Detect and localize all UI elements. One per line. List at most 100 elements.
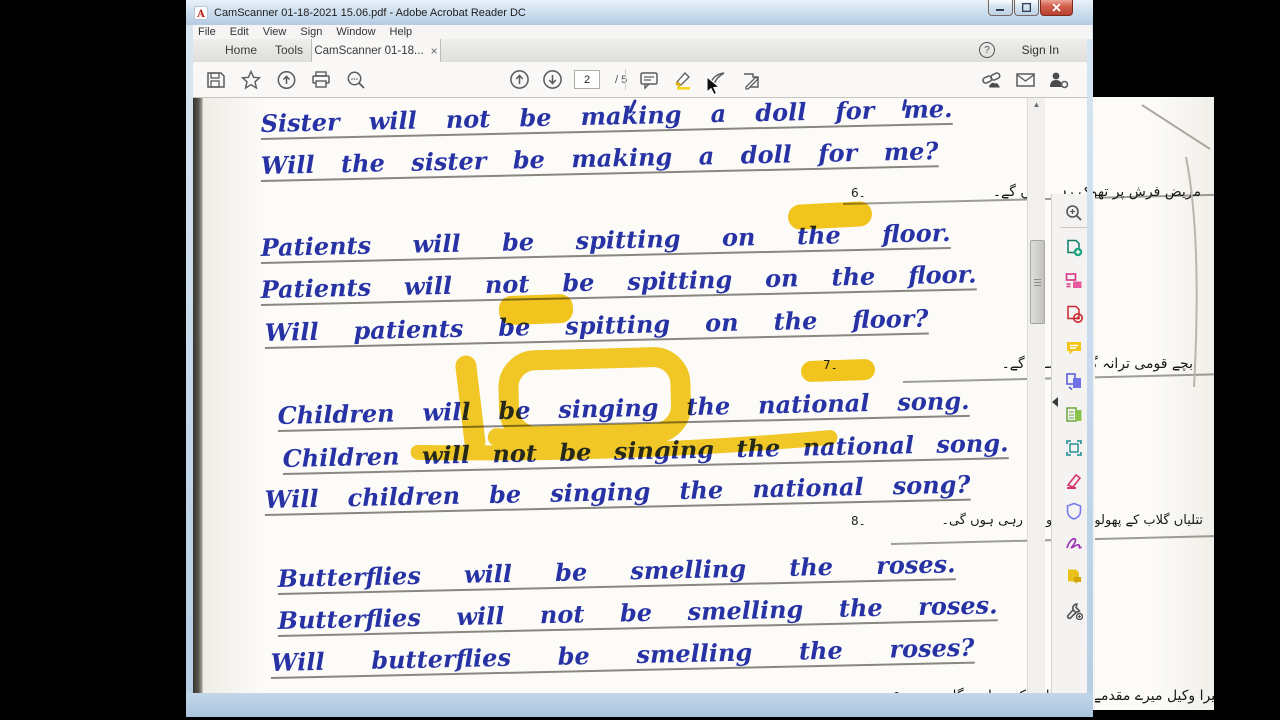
handwritten-word: a	[698, 141, 715, 171]
print-icon[interactable]	[310, 69, 332, 91]
toolbar: 2 / 5	[193, 62, 1087, 98]
menu-view[interactable]: View	[263, 26, 287, 38]
send-people-icon[interactable]	[1047, 69, 1069, 91]
more-edit-icon[interactable]	[740, 69, 762, 91]
handwritten-word: will	[368, 105, 418, 136]
handwritten-word: doll	[754, 97, 807, 128]
handwritten-word: smelling	[630, 553, 747, 586]
acrobat-window: A CamScanner 01-18-2021 15.06.pdf - Adob…	[186, 0, 1214, 717]
maximize-button[interactable]	[1014, 0, 1039, 16]
handwritten-word: the	[838, 592, 883, 623]
handwritten-word: Will	[260, 149, 315, 181]
sidebar-tool-redact[interactable]	[1065, 472, 1083, 490]
handwritten-word: for	[817, 137, 858, 168]
sidebar-tool-create-pdf[interactable]	[1065, 239, 1083, 257]
tab-close-icon[interactable]: ×	[431, 44, 438, 58]
handwritten-word: the	[773, 305, 818, 336]
email-icon[interactable]	[1014, 69, 1036, 91]
handwritten-word: roses.	[875, 549, 956, 580]
handwritten-word: for	[835, 97, 875, 126]
scroll-up-icon[interactable]: ▲	[1028, 97, 1045, 112]
menu-sign[interactable]: Sign	[300, 26, 322, 38]
tab-tools[interactable]: Tools	[275, 43, 303, 57]
comment-icon[interactable]	[638, 69, 660, 91]
handwritten-word: Butterflies	[277, 560, 422, 594]
scrollbar-thumb[interactable]	[1030, 240, 1045, 324]
window-frame-bottom	[186, 693, 1093, 717]
menu-help[interactable]: Help	[390, 26, 413, 38]
document-area: Sister will not be making a doll for me. Will the s…	[193, 97, 1214, 710]
handwritten-word: me?	[883, 136, 939, 167]
sidebar-tool-comment-tool[interactable]	[1065, 339, 1083, 357]
help-icon[interactable]: ?	[979, 42, 995, 58]
handwritten-line: Will patients be spitting on the floor?	[264, 296, 929, 349]
handwritten-word: Will	[270, 646, 325, 678]
close-button[interactable]	[1040, 0, 1073, 16]
sidebar-tool-export-pdf[interactable]	[1065, 406, 1083, 424]
sidebar-tool-search-zoom[interactable]	[1065, 204, 1083, 222]
sign-in-button[interactable]: Sign In	[1022, 43, 1059, 57]
sidebar-tool-organize-pages[interactable]	[1065, 372, 1083, 391]
acrobat-app-icon: A	[194, 5, 208, 20]
handwritten-word: Butterflies	[277, 602, 422, 636]
collapse-panel-icon[interactable]	[1052, 397, 1058, 407]
handwritten-word: not	[445, 103, 491, 134]
handwritten-word: the	[340, 148, 386, 179]
tab-bar: Home Tools CamScanner 01-18... × ? Sign …	[193, 39, 1087, 63]
tab-home[interactable]: Home	[225, 43, 257, 57]
sidebar-tool-scan-ocr[interactable]	[1065, 439, 1083, 457]
urdu-exercise-number: ۔8	[851, 514, 866, 528]
handwritten-word: song.	[936, 428, 1009, 459]
find-icon[interactable]	[345, 69, 367, 91]
handwritten-word: Sister	[260, 107, 340, 139]
titlebar: A CamScanner 01-18-2021 15.06.pdf - Adob…	[186, 0, 1093, 25]
handwritten-word: spitting	[575, 223, 681, 256]
handwritten-word: Will	[264, 316, 319, 348]
save-icon[interactable]	[205, 69, 227, 91]
page-corner-curl	[1141, 104, 1211, 388]
handwritten-word: be	[519, 102, 552, 133]
handwritten-word: Patients	[260, 230, 372, 263]
handwritten-word: children	[347, 480, 461, 513]
page-down-icon[interactable]	[541, 69, 563, 91]
urdu-exercise-number: ۔6	[851, 186, 866, 200]
menu-edit[interactable]: Edit	[230, 26, 249, 38]
sidebar-tool-request-signatures[interactable]	[1065, 568, 1083, 586]
highlighter-scribble	[410, 347, 838, 461]
handwritten-word: be	[512, 144, 546, 175]
menu-window[interactable]: Window	[336, 26, 375, 38]
page-number-input[interactable]: 2	[574, 70, 600, 89]
vertical-scrollbar[interactable]: ▲ ▼	[1027, 97, 1045, 710]
handwritten-word: roses?	[889, 632, 975, 664]
page-up-icon[interactable]	[508, 69, 530, 91]
handwritten-word: floor?	[851, 303, 929, 335]
window-title: CamScanner 01-18-2021 15.06.pdf - Adobe …	[214, 6, 526, 19]
handwritten-word: song?	[892, 469, 971, 501]
highlight-icon[interactable]	[672, 69, 694, 91]
handwritten-word: Children	[277, 398, 395, 431]
menu-file[interactable]: File	[198, 26, 216, 38]
sidebar-tool-edit-pdf-badge[interactable]	[1065, 305, 1083, 323]
handwritten-word: Will	[264, 483, 319, 515]
sidebar-tool-more-tools[interactable]	[1065, 602, 1084, 621]
handwritten-word: national	[751, 471, 864, 504]
handwritten-word: sister	[410, 146, 487, 177]
handwritten-word: will	[455, 601, 505, 632]
handwritten-word: will	[403, 270, 453, 301]
sidebar-tool-combine-files[interactable]	[1065, 272, 1083, 290]
mouse-cursor	[706, 76, 720, 96]
share-link-icon[interactable]	[981, 69, 1003, 91]
handwritten-word: spitting	[564, 309, 671, 341]
minimize-button[interactable]	[988, 0, 1013, 16]
handwritten-word: song.	[896, 385, 970, 417]
handwritten-word: the	[788, 551, 834, 582]
star-favorite-icon[interactable]	[240, 69, 262, 91]
handwritten-word: not	[539, 599, 585, 630]
sidebar-tool-protect[interactable]	[1065, 502, 1083, 520]
handwritten-word: me.	[903, 97, 953, 124]
sidebar-tool-fill-sign-signature[interactable]	[1065, 535, 1083, 553]
handwritten-word: floor.	[907, 259, 977, 290]
share-cloud-icon[interactable]	[275, 69, 297, 91]
tab-document[interactable]: CamScanner 01-18... ×	[311, 39, 441, 62]
handwritten-word: be	[501, 227, 535, 257]
